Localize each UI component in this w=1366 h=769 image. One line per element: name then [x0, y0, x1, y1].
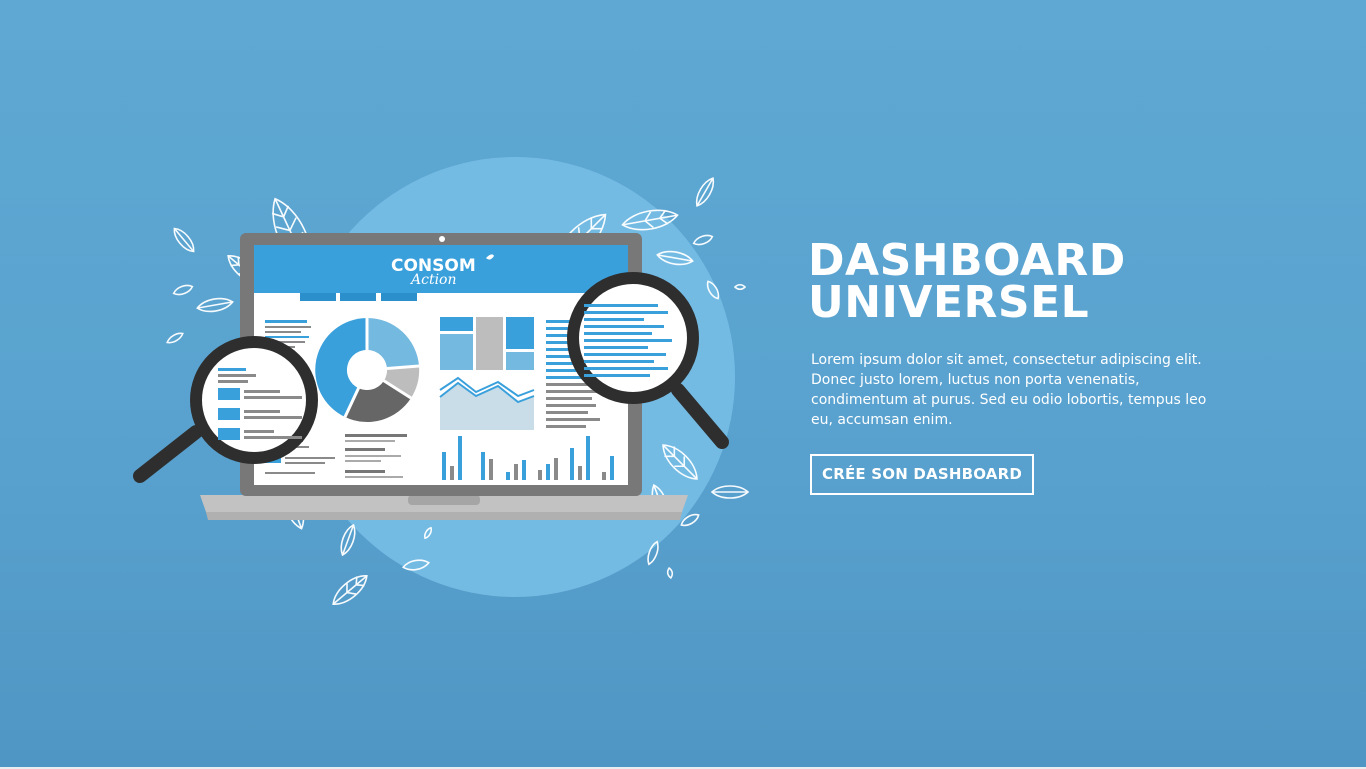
- dashboard-pie-chart: [315, 317, 420, 422]
- create-dashboard-button[interactable]: CRÉE SON DASHBOARD: [810, 454, 1035, 495]
- logo-subtext: Action: [409, 272, 457, 288]
- hero-title: DASHBOARD UNIVERSEL: [808, 239, 1248, 325]
- hero-text-block: DASHBOARD UNIVERSEL Lorem ipsum dolor si…: [808, 239, 1248, 495]
- hero-title-line2: UNIVERSEL: [808, 277, 1090, 328]
- hero-section: CONSOM Action DASHBOARD UNIVERSEL Lorem …: [0, 0, 1366, 769]
- laptop-base-notch: [408, 495, 480, 505]
- laptop-camera: [439, 236, 445, 242]
- laptop-dashboard-illustration: CONSOM Action: [133, 157, 750, 605]
- dashboard-tab-active: [254, 293, 296, 303]
- dashboard-tile-chart: [440, 317, 534, 370]
- hero-description: Lorem ipsum dolor sit amet, consectetur …: [811, 352, 1207, 428]
